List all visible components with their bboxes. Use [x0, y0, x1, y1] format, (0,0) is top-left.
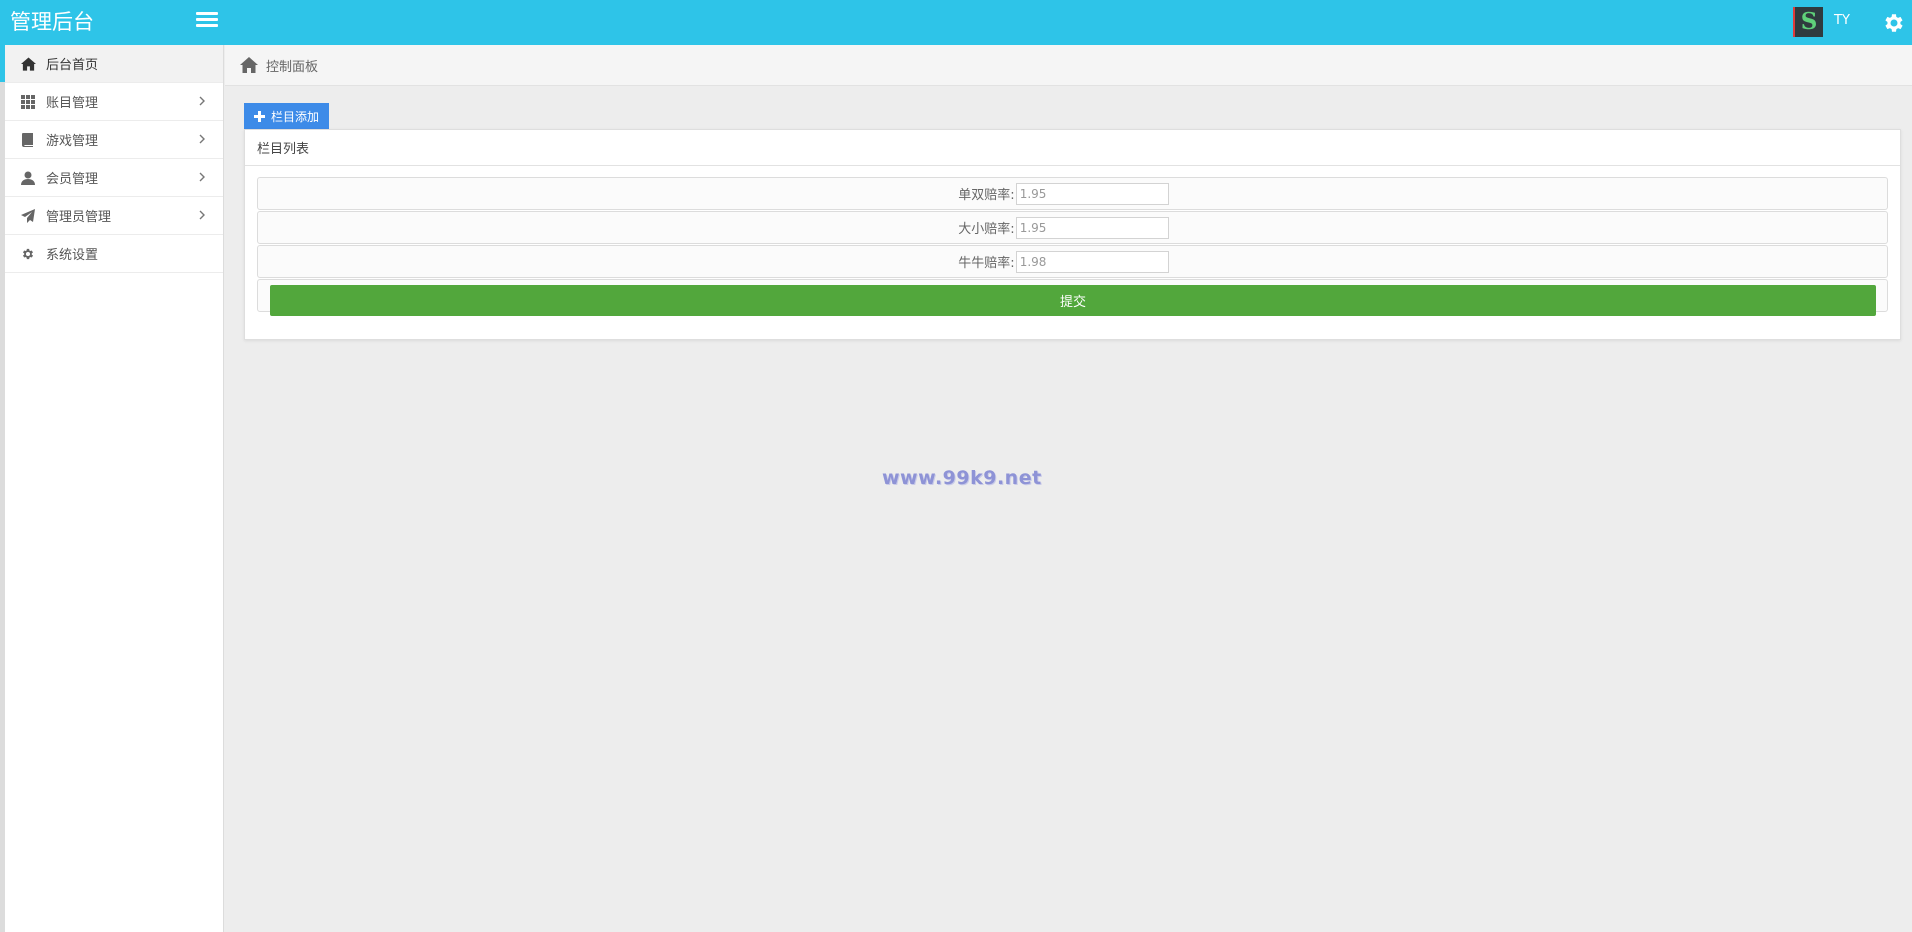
big-small-odds-label: 大小赔率: — [958, 222, 1015, 237]
odd-even-odds-input[interactable] — [1015, 182, 1169, 205]
username[interactable]: TY — [1834, 13, 1850, 28]
breadcrumb-current[interactable]: 控制面板 — [266, 56, 318, 75]
breadcrumb: 控制面板 — [225, 45, 1912, 86]
sidebar-item-label: 系统设置 — [46, 248, 99, 263]
hamburger-icon[interactable] — [196, 12, 218, 32]
user-icon — [20, 170, 36, 186]
gear-icon[interactable] — [1882, 11, 1906, 35]
column-list-panel: 栏目列表 单双赔率: 大小赔率: 牛牛赔率: 提交 — [244, 129, 1901, 340]
book-icon — [20, 132, 36, 148]
big-small-odds-input[interactable] — [1015, 216, 1169, 239]
sidebar-item-label: 游戏管理 — [46, 134, 99, 149]
add-column-label: 栏目添加 — [271, 110, 320, 124]
brand-title: 管理后台 — [10, 10, 94, 34]
chevron-right-icon — [199, 96, 205, 106]
sidebar: 后台首页 账目管理 游戏管理 会员管理 管理员管理 系统设置 — [0, 45, 224, 932]
niuniu-odds-input[interactable] — [1015, 250, 1169, 273]
send-icon — [20, 208, 36, 224]
sidebar-item-accounts[interactable]: 账目管理 — [5, 83, 223, 121]
sidebar-item-label: 后台首页 — [46, 58, 99, 73]
sidebar-item-games[interactable]: 游戏管理 — [5, 121, 223, 159]
form-row-big-small: 大小赔率: — [257, 211, 1888, 244]
avatar[interactable]: S — [1793, 7, 1823, 37]
sidebar-item-label: 管理员管理 — [46, 210, 112, 225]
home-icon[interactable] — [240, 57, 258, 73]
sidebar-item-admins[interactable]: 管理员管理 — [5, 197, 223, 235]
chevron-right-icon — [199, 210, 205, 220]
avatar-letter: S — [1800, 8, 1818, 35]
sidebar-item-label: 会员管理 — [46, 172, 99, 187]
chevron-right-icon — [199, 172, 205, 182]
form-row-niuniu: 牛牛赔率: — [257, 245, 1888, 278]
niuniu-odds-label: 牛牛赔率: — [958, 256, 1015, 271]
form-row-odd-even: 单双赔率: — [257, 177, 1888, 210]
add-column-button[interactable]: 栏目添加 — [244, 103, 330, 130]
submit-button[interactable]: 提交 — [270, 285, 1876, 316]
sidebar-item-label: 账目管理 — [46, 96, 99, 111]
watermark: www.99k9.net — [882, 467, 1042, 489]
sidebar-item-members[interactable]: 会员管理 — [5, 159, 223, 197]
top-navbar: 管理后台 S TY — [0, 0, 1912, 45]
cog-icon — [20, 246, 36, 262]
home-icon — [20, 56, 36, 72]
grid-icon — [20, 94, 36, 110]
odd-even-odds-label: 单双赔率: — [958, 188, 1015, 203]
form-row-submit: 提交 — [257, 279, 1888, 316]
sidebar-item-home[interactable]: 后台首页 — [0, 45, 223, 83]
panel-title: 栏目列表 — [245, 130, 1900, 166]
sidebar-item-settings[interactable]: 系统设置 — [5, 235, 223, 273]
plus-icon — [254, 111, 265, 122]
chevron-right-icon — [199, 134, 205, 144]
